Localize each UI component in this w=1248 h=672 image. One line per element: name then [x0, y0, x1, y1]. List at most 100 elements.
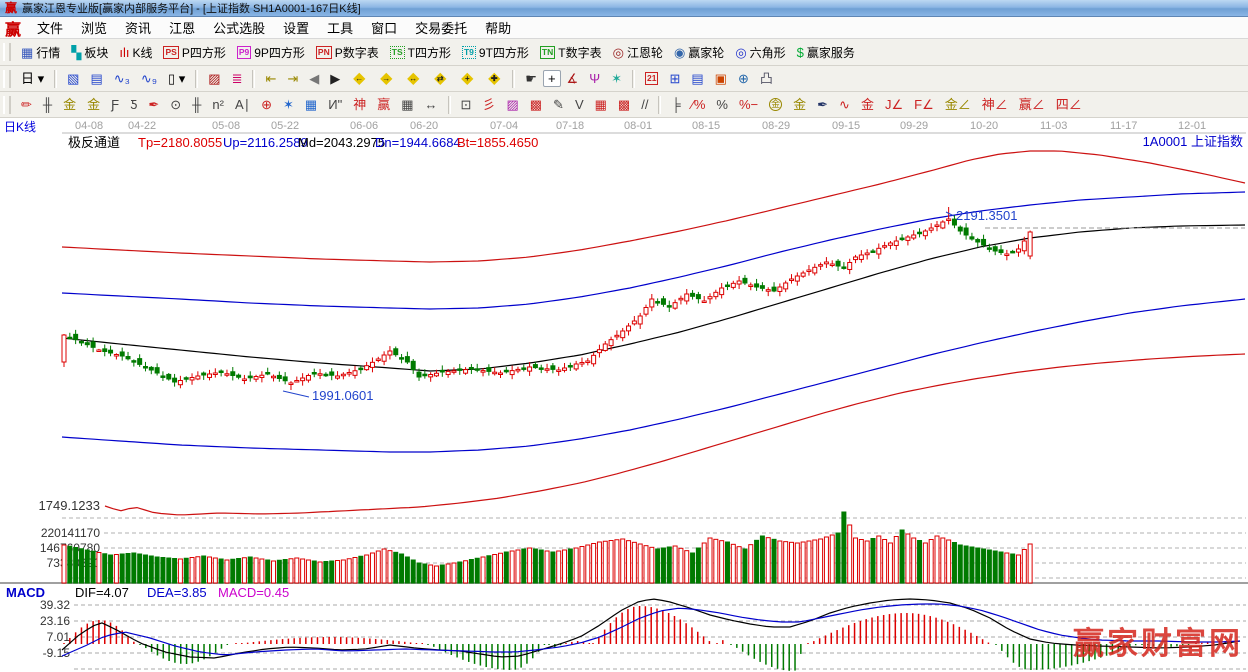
hexagon-button[interactable]: ◎ 六角形 — [730, 42, 790, 63]
expand-button[interactable]: ◆ + — [454, 69, 480, 89]
menu-item-1[interactable]: 浏览 — [72, 16, 116, 39]
notepad-button[interactable]: ▤ — [686, 70, 708, 87]
v-bottom-button[interactable]: V — [570, 96, 589, 113]
winner-wheel-button[interactable]: ◉ 赢家轮 — [669, 42, 729, 63]
first-page-button[interactable]: ⇤ — [260, 70, 281, 87]
pattern-tool-button-icon: ✶ — [611, 71, 622, 86]
fan-box-button[interactable]: ▨ — [501, 96, 523, 113]
menu-item-3[interactable]: 江恩 — [160, 16, 204, 39]
quotes-button[interactable]: ▦ 行情 — [16, 42, 65, 63]
fan-box2-button[interactable]: ▩ — [525, 96, 547, 113]
ying-button[interactable]: 赢 — [372, 96, 395, 113]
info-list-button[interactable]: ▤ — [85, 70, 107, 87]
tick-ruler-button[interactable]: ╫ — [187, 96, 206, 113]
grid-star-button[interactable]: ▦ — [300, 96, 322, 113]
zoom-left-button[interactable]: ◆ ← — [346, 69, 372, 89]
period-day-dropdown[interactable]: 日 ▾ — [16, 70, 49, 87]
k-mark-button[interactable]: И" — [323, 96, 347, 113]
prev-page-button[interactable]: ◀ — [304, 70, 324, 87]
candle-style-dropdown-icon: ▯ ▾ — [167, 71, 186, 86]
circle-cross-button[interactable]: ⊕ — [256, 96, 277, 113]
last-page-button[interactable]: ⇥ — [282, 70, 303, 87]
zoom-horizontal-button[interactable]: ◆ ↔ — [400, 69, 426, 89]
shen-button[interactable]: 神 — [348, 96, 371, 113]
shen-angle-button[interactable]: 神∠ — [977, 96, 1013, 113]
f-angle-button[interactable]: F∠ — [909, 96, 939, 113]
red-marker-button[interactable]: ✒ — [143, 96, 164, 113]
menu-item-9[interactable]: 帮助 — [476, 16, 520, 39]
wave9-button[interactable]: ∿₉ — [136, 70, 162, 87]
percent-lines-button[interactable]: %− — [734, 96, 763, 113]
si-angle-button[interactable]: 四∠ — [1051, 96, 1087, 113]
draw-brush-button[interactable]: ✏ — [16, 96, 37, 113]
ray-pencil-button[interactable]: ✎ — [548, 96, 569, 113]
compress-button[interactable]: ◆ ⇄ — [427, 69, 453, 89]
export-web-button[interactable]: ⊕ — [733, 70, 754, 87]
next-page-button[interactable]: ▶ — [325, 70, 345, 87]
box-tool-button[interactable]: ⊡ — [456, 96, 477, 113]
percent-slash-button[interactable]: ∕% — [687, 96, 711, 113]
crosshair-tool-button[interactable]: + — [542, 70, 561, 87]
gann-wheel-button[interactable]: ◎ 江恩轮 — [608, 42, 668, 63]
mirror-button[interactable]: A∣ — [230, 96, 255, 113]
candle-style-dropdown[interactable]: ▯ ▾ — [163, 70, 190, 87]
menu-item-6[interactable]: 工具 — [318, 16, 362, 39]
grid-123-button[interactable]: ▦ — [396, 96, 418, 113]
chart-svg[interactable]: 日K线 04-08 04-22 05-08 05-22 06-06 06-20 07-04 07… — [0, 118, 1248, 672]
red-pattern-button[interactable]: ▨ — [203, 70, 225, 87]
hand-tool-button[interactable]: ☛ — [520, 70, 542, 87]
9t-square-button[interactable]: T9 9T四方形 — [457, 42, 534, 63]
ink-pen-button[interactable]: ✒ — [812, 96, 833, 113]
parallel-button[interactable]: // — [636, 96, 653, 113]
menu-item-2[interactable]: 资讯 — [116, 16, 160, 39]
cross-expand-button[interactable]: ◆ ✚ — [481, 69, 507, 89]
gold-angle-button[interactable]: 金∠ — [940, 96, 976, 113]
star-grid-button[interactable]: ✶ — [278, 96, 299, 113]
time-cycle-button[interactable]: ⊙ — [165, 96, 186, 113]
p-number-button[interactable]: PN P数字表 — [311, 42, 384, 63]
gold-gate2-button[interactable]: 金 — [82, 96, 105, 113]
gold-gate-button[interactable]: 金 — [58, 96, 81, 113]
gold-lines-button[interactable]: 金 — [788, 96, 811, 113]
wave3-button[interactable]: ∿₃ — [109, 70, 135, 87]
red-grid2-button[interactable]: ▩ — [613, 96, 635, 113]
save-button[interactable]: ▣ — [710, 70, 732, 87]
f-ruler-button[interactable]: Ƒ — [106, 96, 124, 113]
menu-item-5[interactable]: 设置 — [274, 16, 318, 39]
sectors-button[interactable]: ▚ 板块 — [66, 42, 113, 63]
gold-circle-button[interactable]: 金 — [764, 96, 787, 113]
profile-chart-button-icon: ≣ — [231, 71, 243, 86]
print-button[interactable]: 凸 — [755, 70, 778, 87]
spiral-button[interactable]: Ƽ — [125, 96, 142, 113]
red-fan-button[interactable]: 彡 — [477, 96, 500, 113]
calculator-button[interactable]: ⊞ — [664, 70, 685, 87]
kline-button[interactable]: ılı K线 — [114, 42, 157, 63]
menu-item-7[interactable]: 窗口 — [362, 16, 406, 39]
time-ruler-button[interactable]: ╫ — [38, 96, 57, 113]
gann-fan-tool-button[interactable]: Ψ — [584, 70, 605, 87]
red-grid-button[interactable]: ▦ — [590, 96, 612, 113]
percent-button[interactable]: % — [711, 96, 733, 113]
t-square-button[interactable]: TS T四方形 — [385, 42, 456, 63]
chart-area[interactable]: 日K线 04-08 04-22 05-08 05-22 06-06 06-20 07-04 07… — [0, 118, 1248, 672]
menu-item-8[interactable]: 交易委托 — [406, 16, 476, 39]
gold-red-button[interactable]: 金 — [856, 96, 879, 113]
menu-item-4[interactable]: 公式选股 — [204, 16, 274, 39]
j-angle-button[interactable]: J∠ — [880, 96, 908, 113]
winner-service-button[interactable]: $ 赢家服务 — [792, 42, 860, 63]
gann-shape-button[interactable]: ▧ — [62, 70, 84, 87]
pattern-tool-button[interactable]: ✶ — [606, 70, 627, 87]
ying-angle-button[interactable]: 赢∠ — [1014, 96, 1050, 113]
price-ruler-button[interactable]: ╞ — [666, 96, 685, 113]
n2-button[interactable]: n² — [207, 96, 229, 113]
profile-chart-button[interactable]: ≣ — [227, 70, 248, 87]
p-square-button[interactable]: PS P四方形 — [158, 42, 230, 63]
calendar-button[interactable]: 21 — [640, 70, 663, 87]
span-arrow-button[interactable]: ↔ — [420, 96, 443, 113]
zoom-right-button[interactable]: ◆ → — [373, 69, 399, 89]
wave-band-button[interactable]: ∿ — [834, 96, 855, 113]
9p-square-button[interactable]: P9 9P四方形 — [232, 42, 310, 63]
angle-tool-button[interactable]: ∡ — [562, 70, 584, 87]
t-number-button[interactable]: TN T数字表 — [535, 42, 607, 63]
menu-item-0[interactable]: 文件 — [28, 16, 72, 39]
